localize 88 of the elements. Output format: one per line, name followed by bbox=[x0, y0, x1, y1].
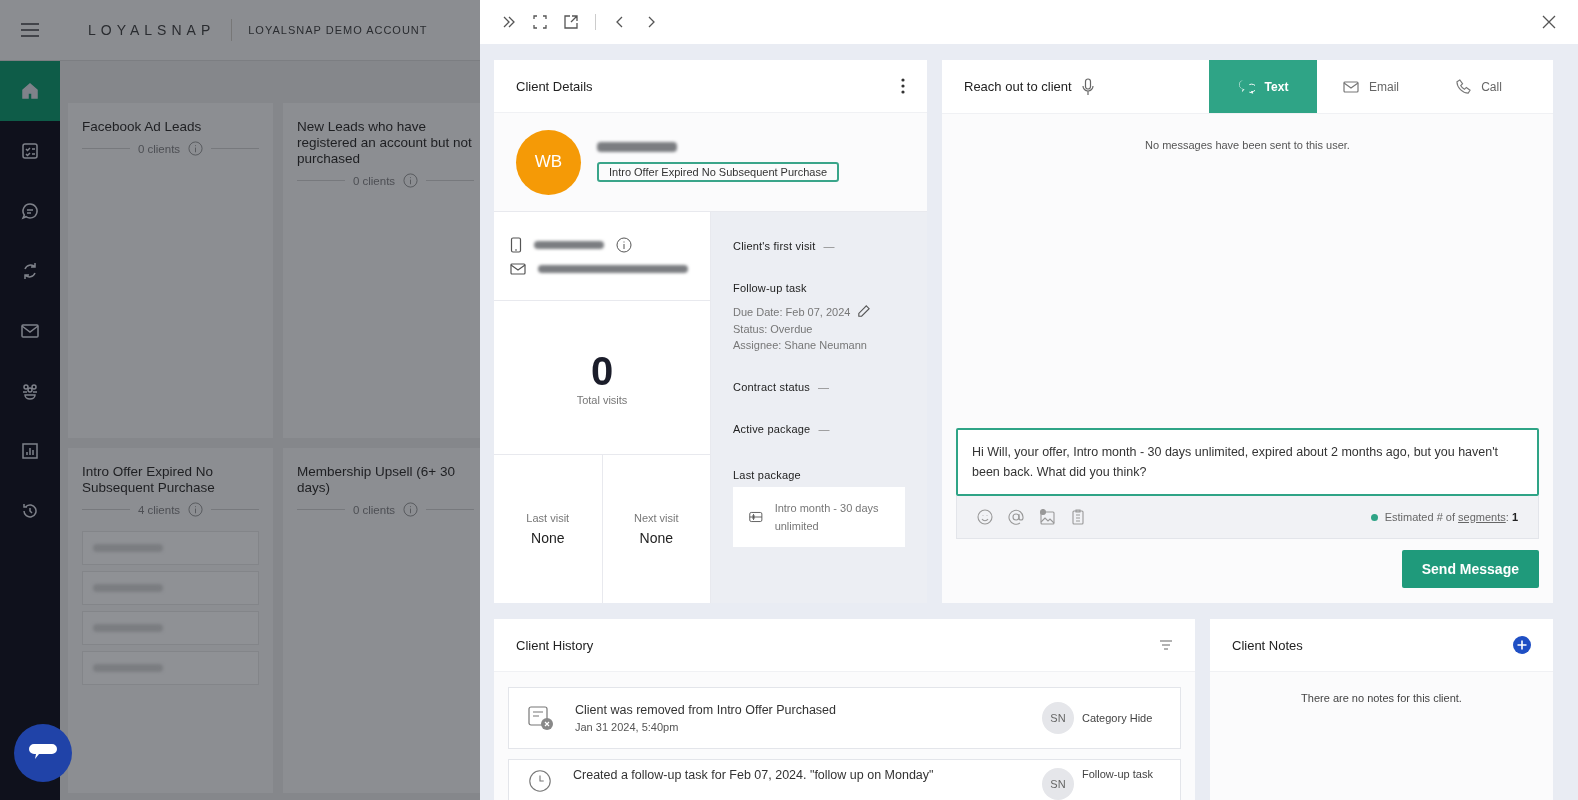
phone-icon bbox=[1456, 79, 1472, 94]
client-count: 0 clients bbox=[352, 503, 396, 516]
last-visit-value: None bbox=[531, 530, 565, 546]
info-icon[interactable] bbox=[188, 502, 204, 517]
edit-icon[interactable] bbox=[856, 304, 872, 319]
chat-widget-button[interactable] bbox=[14, 724, 72, 782]
channel-tab[interactable]: Call bbox=[1425, 60, 1533, 113]
next-visit-label: Next visit bbox=[633, 512, 679, 524]
segment-title: Facebook Ad Leads bbox=[82, 119, 203, 135]
history-time: Jan 31 2024, 5:40pm bbox=[575, 721, 680, 733]
client-count: 0 clients bbox=[137, 142, 181, 155]
follow-up-label: Follow-up task bbox=[733, 282, 808, 294]
card-title: Reach out to client bbox=[964, 79, 1072, 94]
info-icon[interactable] bbox=[403, 502, 419, 517]
chat-icon bbox=[20, 201, 40, 221]
history-text: Created a follow-up task for Feb 07, 2024. "follow up on Monday" bbox=[573, 768, 935, 782]
card-title: Client Notes bbox=[1232, 637, 1303, 653]
segments-estimate: Estimated # of segments: 1 bbox=[1384, 511, 1518, 523]
total-visits-value: 0 bbox=[590, 349, 614, 394]
channel-tab[interactable]: Text bbox=[1209, 60, 1317, 113]
history-type: Category Hide bbox=[1082, 712, 1154, 724]
package-name: Intro month - 30 days unlimited bbox=[774, 501, 880, 534]
segment-title: Membership Upsell (6+ 30 days) bbox=[297, 464, 456, 496]
microphone-icon[interactable] bbox=[1081, 77, 1094, 96]
client-count: 4 clients bbox=[137, 503, 181, 516]
active-package-label: Active package bbox=[733, 423, 811, 435]
close-icon[interactable] bbox=[1542, 15, 1556, 29]
clock-icon bbox=[527, 768, 553, 794]
client-count: 0 clients bbox=[352, 174, 396, 187]
avatar: WB bbox=[516, 129, 581, 195]
external-link-icon[interactable] bbox=[564, 15, 578, 29]
card-title: Client Details bbox=[516, 78, 593, 94]
user-avatar: SN bbox=[1042, 702, 1074, 734]
segments-link[interactable]: segments bbox=[1458, 511, 1506, 523]
user-avatar: SN bbox=[1042, 768, 1074, 800]
contract-status-value: — bbox=[818, 381, 829, 393]
chart-icon bbox=[20, 441, 40, 461]
email-icon bbox=[510, 263, 526, 275]
send-message-button[interactable]: Send Message bbox=[1401, 550, 1539, 588]
chat-bubbles-icon bbox=[1237, 79, 1255, 94]
collapse-icon[interactable] bbox=[502, 15, 516, 29]
segment-tag: Intro Offer Expired No Subsequent Purchase bbox=[597, 162, 840, 182]
blurred-contact bbox=[534, 241, 604, 249]
channel-tab[interactable]: Email bbox=[1317, 60, 1425, 113]
history-icon bbox=[20, 501, 40, 521]
nav-item[interactable] bbox=[0, 61, 60, 121]
card-title: Client History bbox=[516, 637, 594, 653]
ticket-icon bbox=[749, 510, 763, 524]
last-visit-label: Last visit bbox=[526, 512, 570, 524]
follow-up-detail: Status: Overdue bbox=[733, 323, 813, 335]
email-icon bbox=[1343, 80, 1359, 93]
account-name: LOYALSNAP DEMO ACCOUNT bbox=[248, 24, 428, 36]
follow-up-detail: Due Date: Feb 07, 2024 bbox=[733, 305, 851, 318]
filter-icon[interactable] bbox=[1159, 640, 1173, 650]
group-icon bbox=[20, 381, 40, 401]
total-visits-label: Total visits bbox=[576, 394, 628, 406]
emoji-icon[interactable] bbox=[977, 509, 993, 525]
next-visit-value: None bbox=[639, 530, 673, 546]
tasks-icon bbox=[20, 141, 40, 161]
segment-title: Intro Offer Expired No Subsequent Purchase bbox=[82, 464, 216, 496]
image-add-icon[interactable] bbox=[1039, 509, 1055, 525]
first-visit-label: Client's first visit bbox=[733, 240, 816, 252]
status-dot bbox=[1370, 513, 1378, 521]
first-visit-value: — bbox=[823, 240, 835, 252]
active-package-value: — bbox=[818, 423, 830, 435]
phone-icon bbox=[510, 237, 522, 253]
last-package-label: Last package bbox=[733, 469, 802, 481]
contract-status-label: Contract status bbox=[733, 381, 810, 393]
segment-title: New Leads who have registered an account but not purchased bbox=[297, 119, 473, 167]
add-icon[interactable] bbox=[1513, 636, 1531, 654]
clipboard-icon[interactable] bbox=[1070, 509, 1086, 525]
mention-icon[interactable] bbox=[1008, 509, 1024, 525]
mail-icon bbox=[20, 321, 40, 341]
empty-notes-text: There are no notes for this client. bbox=[1210, 672, 1553, 800]
info-icon[interactable] bbox=[188, 141, 204, 156]
menu-icon[interactable] bbox=[20, 22, 40, 38]
info-icon[interactable] bbox=[403, 173, 419, 188]
empty-messages-text: No messages have been sent to this user. bbox=[1145, 139, 1350, 153]
list-removed-icon bbox=[527, 704, 555, 732]
home-icon bbox=[20, 81, 40, 101]
info-icon[interactable] bbox=[616, 237, 632, 253]
history-text: Client was removed from Intro Offer Purchased bbox=[575, 703, 837, 717]
expand-icon[interactable] bbox=[533, 15, 547, 29]
brand-logo: LOYALSNAP bbox=[88, 22, 216, 38]
more-icon[interactable] bbox=[901, 78, 905, 94]
history-type: Follow-up task bbox=[1082, 768, 1154, 780]
follow-up-detail: Assignee: Shane Neumann bbox=[733, 339, 867, 351]
message-field[interactable]: Hi Will, your offer, Intro month - 30 days unlimited, expired about 2 months ago, but you haven't been back. What did you think? bbox=[956, 428, 1539, 496]
